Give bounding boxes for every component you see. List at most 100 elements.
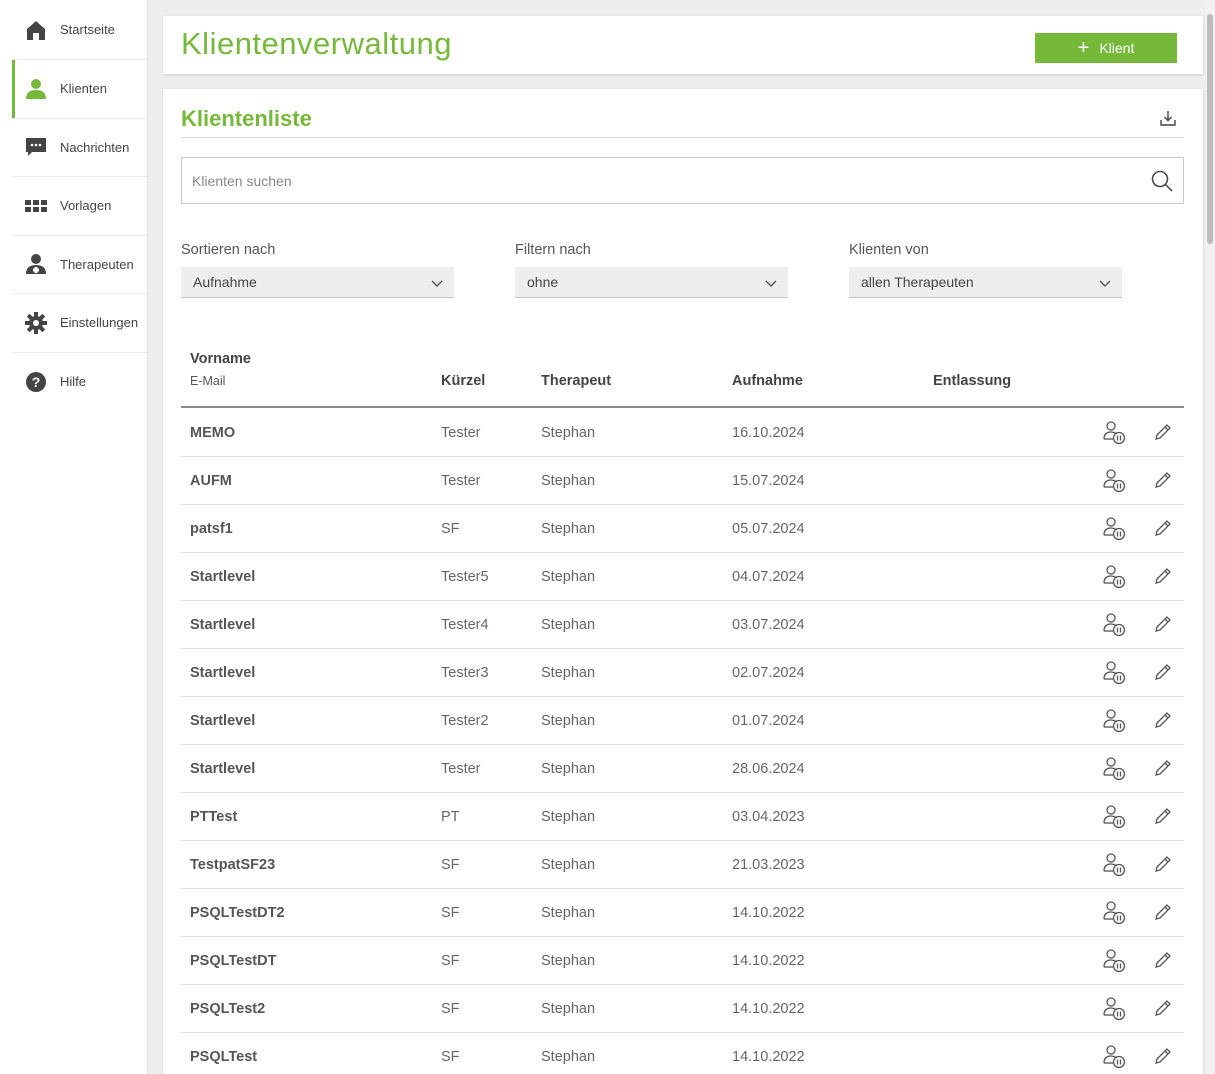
edit-pencil-icon[interactable] [1153, 614, 1173, 634]
pause-client-icon[interactable] [1102, 900, 1128, 926]
sidebar-item-einstellungen[interactable]: Einstellungen [12, 294, 147, 353]
table-row[interactable]: AUFM Tester Stephan 15.07.2024 [181, 457, 1184, 505]
help-icon: ? [24, 370, 48, 394]
header-card: Klientenverwaltung + Klient [163, 16, 1203, 74]
edit-pencil-icon[interactable] [1153, 662, 1173, 682]
table-row[interactable]: TestpatSF23 SF Stephan 21.03.2023 [181, 841, 1184, 889]
client-kuerzel: Tester2 [441, 713, 489, 729]
table-row[interactable]: PSQLTest SF Stephan 14.10.2022 [181, 1033, 1184, 1074]
edit-pencil-icon[interactable] [1153, 854, 1173, 874]
pause-client-icon[interactable] [1102, 852, 1128, 878]
chevron-down-icon [1099, 280, 1111, 287]
gear-icon [24, 311, 48, 335]
pause-client-icon[interactable] [1102, 468, 1128, 494]
client-kuerzel: Tester [441, 425, 481, 441]
list-title: Klientenliste [181, 106, 312, 131]
edit-pencil-icon[interactable] [1153, 518, 1173, 538]
column-header-aufnahme[interactable]: Aufnahme [732, 373, 803, 389]
pause-client-icon[interactable] [1102, 948, 1128, 974]
sidebar-item-startseite[interactable]: Startseite [12, 0, 147, 60]
table-row[interactable]: Startlevel Tester5 Stephan 04.07.2024 [181, 553, 1184, 601]
table-row[interactable]: PSQLTestDT2 SF Stephan 14.10.2022 [181, 889, 1184, 937]
client-therapeut: Stephan [541, 761, 596, 777]
sidebar-item-label: Hilfe [60, 374, 87, 390]
sidebar-item-klienten[interactable]: Klienten [12, 60, 147, 119]
client-name: Startlevel [190, 713, 256, 729]
scrollbar[interactable] [1205, 0, 1215, 1074]
column-header-vorname[interactable]: Vorname [190, 351, 251, 367]
client-kuerzel: PT [441, 809, 460, 825]
pause-client-icon[interactable] [1102, 1044, 1128, 1070]
client-aufnahme: 14.10.2022 [732, 1049, 805, 1065]
client-name: PSQLTest [190, 1049, 258, 1065]
edit-pencil-icon[interactable] [1153, 710, 1173, 730]
client-aufnahme: 03.07.2024 [732, 617, 805, 633]
table-body: MEMO Tester Stephan 16.10.2024 AUFM Test… [181, 409, 1184, 1074]
search-input[interactable] [192, 158, 1122, 203]
pause-client-icon[interactable] [1102, 756, 1128, 782]
pause-client-icon[interactable] [1102, 996, 1128, 1022]
column-header-entlassung[interactable]: Entlassung [933, 373, 1011, 389]
pause-client-icon[interactable] [1102, 612, 1128, 638]
pause-client-icon[interactable] [1102, 516, 1128, 542]
edit-pencil-icon[interactable] [1153, 950, 1173, 970]
client-therapeut: Stephan [541, 425, 596, 441]
client-name: TestpatSF23 [190, 857, 276, 873]
message-icon [24, 135, 48, 159]
add-client-button[interactable]: + Klient [1035, 33, 1177, 63]
client-name: PSQLTest2 [190, 1001, 266, 1017]
edit-pencil-icon[interactable] [1153, 422, 1173, 442]
column-header-therapeut[interactable]: Therapeut [541, 373, 611, 389]
edit-pencil-icon[interactable] [1153, 998, 1173, 1018]
client-kuerzel: Tester [441, 761, 481, 777]
sort-select[interactable]: Aufnahme [181, 267, 454, 298]
pause-client-icon[interactable] [1102, 564, 1128, 590]
table-row[interactable]: PTTest PT Stephan 03.04.2023 [181, 793, 1184, 841]
sidebar-item-hilfe[interactable]: ? Hilfe [12, 353, 147, 412]
table-row[interactable]: Startlevel Tester2 Stephan 01.07.2024 [181, 697, 1184, 745]
home-icon [24, 18, 48, 42]
table-row[interactable]: MEMO Tester Stephan 16.10.2024 [181, 409, 1184, 457]
sidebar-item-therapeuten[interactable]: Therapeuten [12, 236, 147, 294]
svg-text:?: ? [32, 374, 41, 390]
client-therapeut: Stephan [541, 713, 596, 729]
client-name: PSQLTestDT2 [190, 905, 285, 921]
pause-client-icon[interactable] [1102, 804, 1128, 830]
client-name: patsf1 [190, 521, 233, 537]
client-aufnahme: 05.07.2024 [732, 521, 805, 537]
download-icon[interactable] [1159, 109, 1177, 127]
edit-pencil-icon[interactable] [1153, 758, 1173, 778]
client-therapeut: Stephan [541, 857, 596, 873]
search-icon[interactable] [1151, 170, 1173, 192]
client-therapeut: Stephan [541, 521, 596, 537]
table-row[interactable]: patsf1 SF Stephan 05.07.2024 [181, 505, 1184, 553]
edit-pencil-icon[interactable] [1153, 806, 1173, 826]
clients-of-select[interactable]: allen Therapeuten [849, 267, 1122, 298]
edit-pencil-icon[interactable] [1153, 470, 1173, 490]
sidebar-item-vorlagen[interactable]: Vorlagen [12, 177, 147, 236]
client-therapeut: Stephan [541, 665, 596, 681]
edit-pencil-icon[interactable] [1153, 902, 1173, 922]
edit-pencil-icon[interactable] [1153, 1046, 1173, 1066]
table-row[interactable]: Startlevel Tester4 Stephan 03.07.2024 [181, 601, 1184, 649]
edit-pencil-icon[interactable] [1153, 566, 1173, 586]
filter-label: Filtern nach [515, 242, 591, 258]
sort-label: Sortieren nach [181, 242, 276, 258]
client-therapeut: Stephan [541, 569, 596, 585]
pause-client-icon[interactable] [1102, 420, 1128, 446]
filter-select[interactable]: ohne [515, 267, 788, 298]
table-row[interactable]: Startlevel Tester Stephan 28.06.2024 [181, 745, 1184, 793]
scrollbar-thumb[interactable] [1207, 14, 1213, 244]
column-header-email[interactable]: E-Mail [190, 374, 225, 388]
client-name: AUFM [190, 473, 232, 489]
table-row[interactable]: PSQLTestDT SF Stephan 14.10.2022 [181, 937, 1184, 985]
pause-client-icon[interactable] [1102, 660, 1128, 686]
table-row[interactable]: PSQLTest2 SF Stephan 14.10.2022 [181, 985, 1184, 1033]
pause-client-icon[interactable] [1102, 708, 1128, 734]
client-aufnahme: 03.04.2023 [732, 809, 805, 825]
client-name: Startlevel [190, 761, 256, 777]
sidebar-item-label: Therapeuten [60, 256, 134, 272]
column-header-kuerzel[interactable]: Kürzel [441, 373, 485, 389]
sidebar-item-nachrichten[interactable]: Nachrichten [12, 119, 147, 177]
table-row[interactable]: Startlevel Tester3 Stephan 02.07.2024 [181, 649, 1184, 697]
